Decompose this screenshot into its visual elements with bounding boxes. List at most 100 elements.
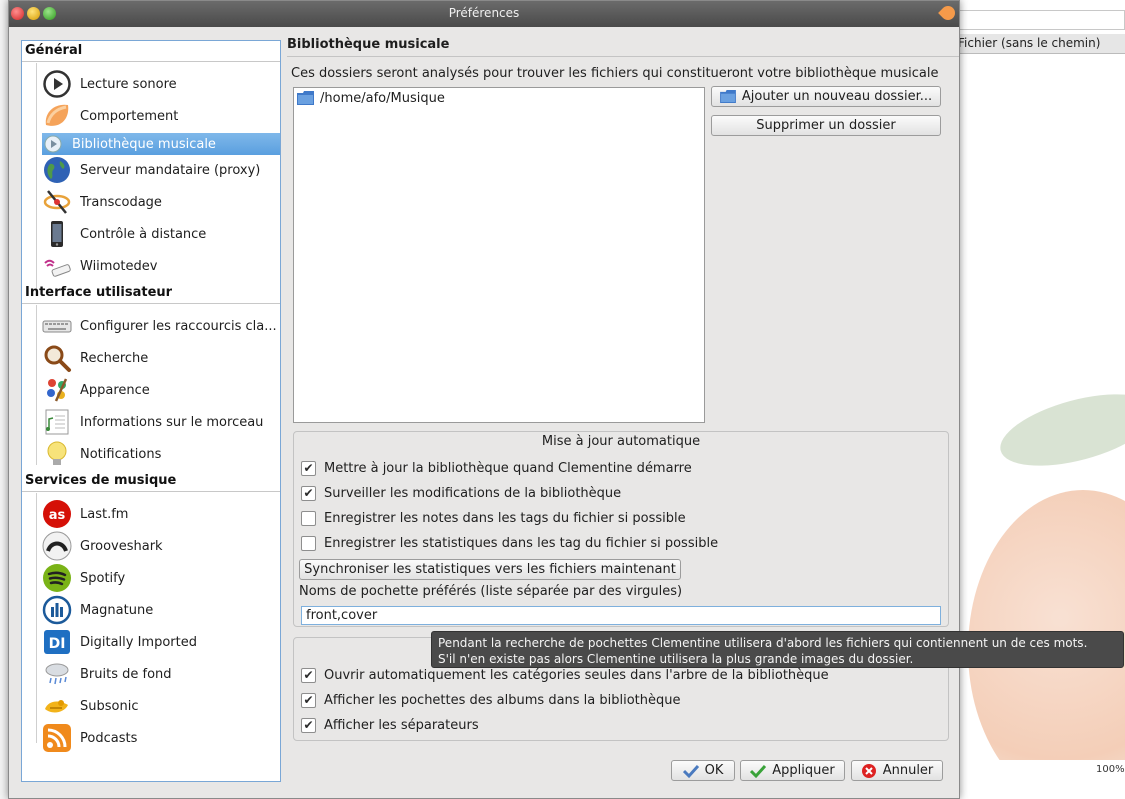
background-leaf-shape [992,380,1125,480]
checkbox[interactable] [301,667,316,683]
sidebar-item-label: Recherche [80,350,149,366]
option-update-on-start[interactable]: Mettre à jour la bibliothèque quand Clem… [301,458,692,478]
remove-folder-button[interactable]: Supprimer un dossier [711,115,941,136]
checkbox[interactable] [301,460,316,476]
sidebar-item-music-library[interactable]: Bibliothèque musicale [42,133,280,155]
cover-names-tooltip: Pendant la recherche de pochettes Clemen… [431,631,1124,668]
apply-button[interactable]: Appliquer [740,760,845,781]
add-folder-button[interactable]: Ajouter un nouveau dossier... [711,86,941,107]
option-show-dividers[interactable]: Afficher les séparateurs [301,715,479,735]
sidebar-item-grooveshark[interactable]: Grooveshark [42,531,280,561]
sidebar-item-label: Bruits de fond [80,666,172,682]
sidebar-item-subsonic[interactable]: Subsonic [42,691,280,721]
option-show-covers[interactable]: Afficher les pochettes des albums dans l… [301,690,681,710]
sidebar-item-search[interactable]: Recherche [42,343,280,373]
sidebar-item-wiimotedev[interactable]: Wiimotedev [42,251,280,281]
title-divider [287,56,959,57]
dialog-titlebar[interactable]: Préférences [9,1,959,27]
sidebar-item-spotify[interactable]: Spotify [42,563,280,593]
checkbox[interactable] [301,717,316,733]
option-auto-expand[interactable]: Ouvrir automatiquement les catégories se… [301,665,829,685]
checkbox[interactable] [301,692,316,708]
background-column-header[interactable]: Fichier (sans le chemin) [958,34,1125,54]
background-clementine-art [958,360,1125,760]
cover-names-input[interactable]: front,cover [301,606,941,625]
group-interface[interactable]: Interface utilisateur [25,285,172,300]
sidebar-item-label: Configurer les raccourcis cla... [80,318,277,334]
sidebar-item-appearance[interactable]: Apparence [42,375,280,405]
ok-button[interactable]: OK [671,760,735,781]
sidebar-item-label: Last.fm [80,506,129,522]
sidebar-item-playback[interactable]: Lecture sonore [42,69,280,99]
sidebar-item-magnatune[interactable]: Magnatune [42,595,280,625]
sidebar-item-shortcuts[interactable]: Configurer les raccourcis cla... [42,311,280,341]
option-label: Surveiller les modifications de la bibli… [324,485,622,501]
ok-label: OK [704,763,724,778]
option-watch-changes[interactable]: Surveiller les modifications de la bibli… [301,483,621,503]
magnatune-icon [42,595,72,625]
sidebar-item-label: Contrôle à distance [80,226,207,242]
folder-icon [719,90,736,103]
check-icon [750,764,767,778]
sidebar-item-proxy[interactable]: Serveur mandataire (proxy) [42,155,280,185]
wiimote-icon [42,251,72,281]
checkbox[interactable] [301,510,316,526]
folders-description: Ces dossiers seront analysés pour trouve… [291,66,939,81]
remove-folder-label: Supprimer un dossier [756,118,896,133]
lightbulb-icon [42,439,72,469]
option-label: Mettre à jour la bibliothèque quand Clem… [324,460,692,476]
lastfm-icon: as [42,499,72,529]
close-window-button[interactable] [11,7,24,20]
option-save-stats[interactable]: Enregistrer les statistiques dans les ta… [301,533,718,553]
magnifier-icon [42,343,72,373]
sidebar-item-label: Serveur mandataire (proxy) [80,162,261,178]
sidebar-item-digitally-imported[interactable]: DI Digitally Imported [42,627,280,657]
page-title: Bibliothèque musicale [287,37,450,52]
cancel-icon [861,763,876,778]
cancel-label: Annuler [882,763,934,778]
sidebar-item-background-noises[interactable]: Bruits de fond [42,659,280,689]
sidebar-item-label: Magnatune [80,602,154,618]
auto-update-title: Mise à jour automatique [541,434,701,449]
cloud-rain-icon [42,659,72,689]
phone-icon [42,219,72,249]
preferences-dialog: Préférences Général Interface utilisateu… [8,0,1124,799]
sidebar-item-behaviour[interactable]: Comportement [42,101,280,131]
maximize-window-button[interactable] [43,7,56,20]
cancel-button[interactable]: Annuler [851,760,943,781]
option-label: Enregistrer les statistiques dans les ta… [324,535,719,551]
sidebar-item-label: Bibliothèque musicale [72,136,216,152]
minimize-window-button[interactable] [27,7,40,20]
clementine-app-icon [938,3,958,23]
folder-icon [297,91,314,105]
background-search-field[interactable] [958,10,1125,30]
sidebar-item-label: Informations sur le morceau [80,414,264,430]
spotify-icon [42,563,72,593]
sidebar-item-song-info[interactable]: Informations sur le morceau [42,407,280,437]
sidebar-item-label: Apparence [80,382,150,398]
sidebar-item-notifications[interactable]: Notifications [42,439,280,469]
option-save-ratings[interactable]: Enregistrer les notes dans les tags du f… [301,508,686,528]
group-general[interactable]: Général [25,43,82,58]
sidebar-item-transcoding[interactable]: Transcodage [42,187,280,217]
sidebar-item-label: Lecture sonore [80,76,177,92]
sync-stats-button[interactable]: Synchroniser les statistiques vers les f… [299,559,681,580]
sidebar-item-label: Subsonic [80,698,139,714]
option-label: Enregistrer les notes dans les tags du f… [324,510,686,526]
sidebar-item-label: Comportement [80,108,179,124]
clementine-icon [42,101,72,131]
sidebar-item-lastfm[interactable]: as Last.fm [42,499,280,529]
group-divider [22,61,280,62]
library-folders-list[interactable]: /home/afo/Musique [293,87,705,423]
option-label: Afficher les pochettes des albums dans l… [324,692,681,708]
sidebar-item-remote-control[interactable]: Contrôle à distance [42,219,280,249]
checkbox[interactable] [301,485,316,501]
rss-icon [42,723,72,753]
checkbox[interactable] [301,535,316,551]
group-music-services[interactable]: Services de musique [25,473,176,488]
list-item[interactable]: /home/afo/Musique [294,88,704,108]
settings-category-tree: Général Interface utilisateur Services d… [21,40,281,782]
apply-label: Appliquer [772,763,835,778]
sidebar-item-podcasts[interactable]: Podcasts [42,723,280,753]
svg-text:as: as [49,508,66,523]
